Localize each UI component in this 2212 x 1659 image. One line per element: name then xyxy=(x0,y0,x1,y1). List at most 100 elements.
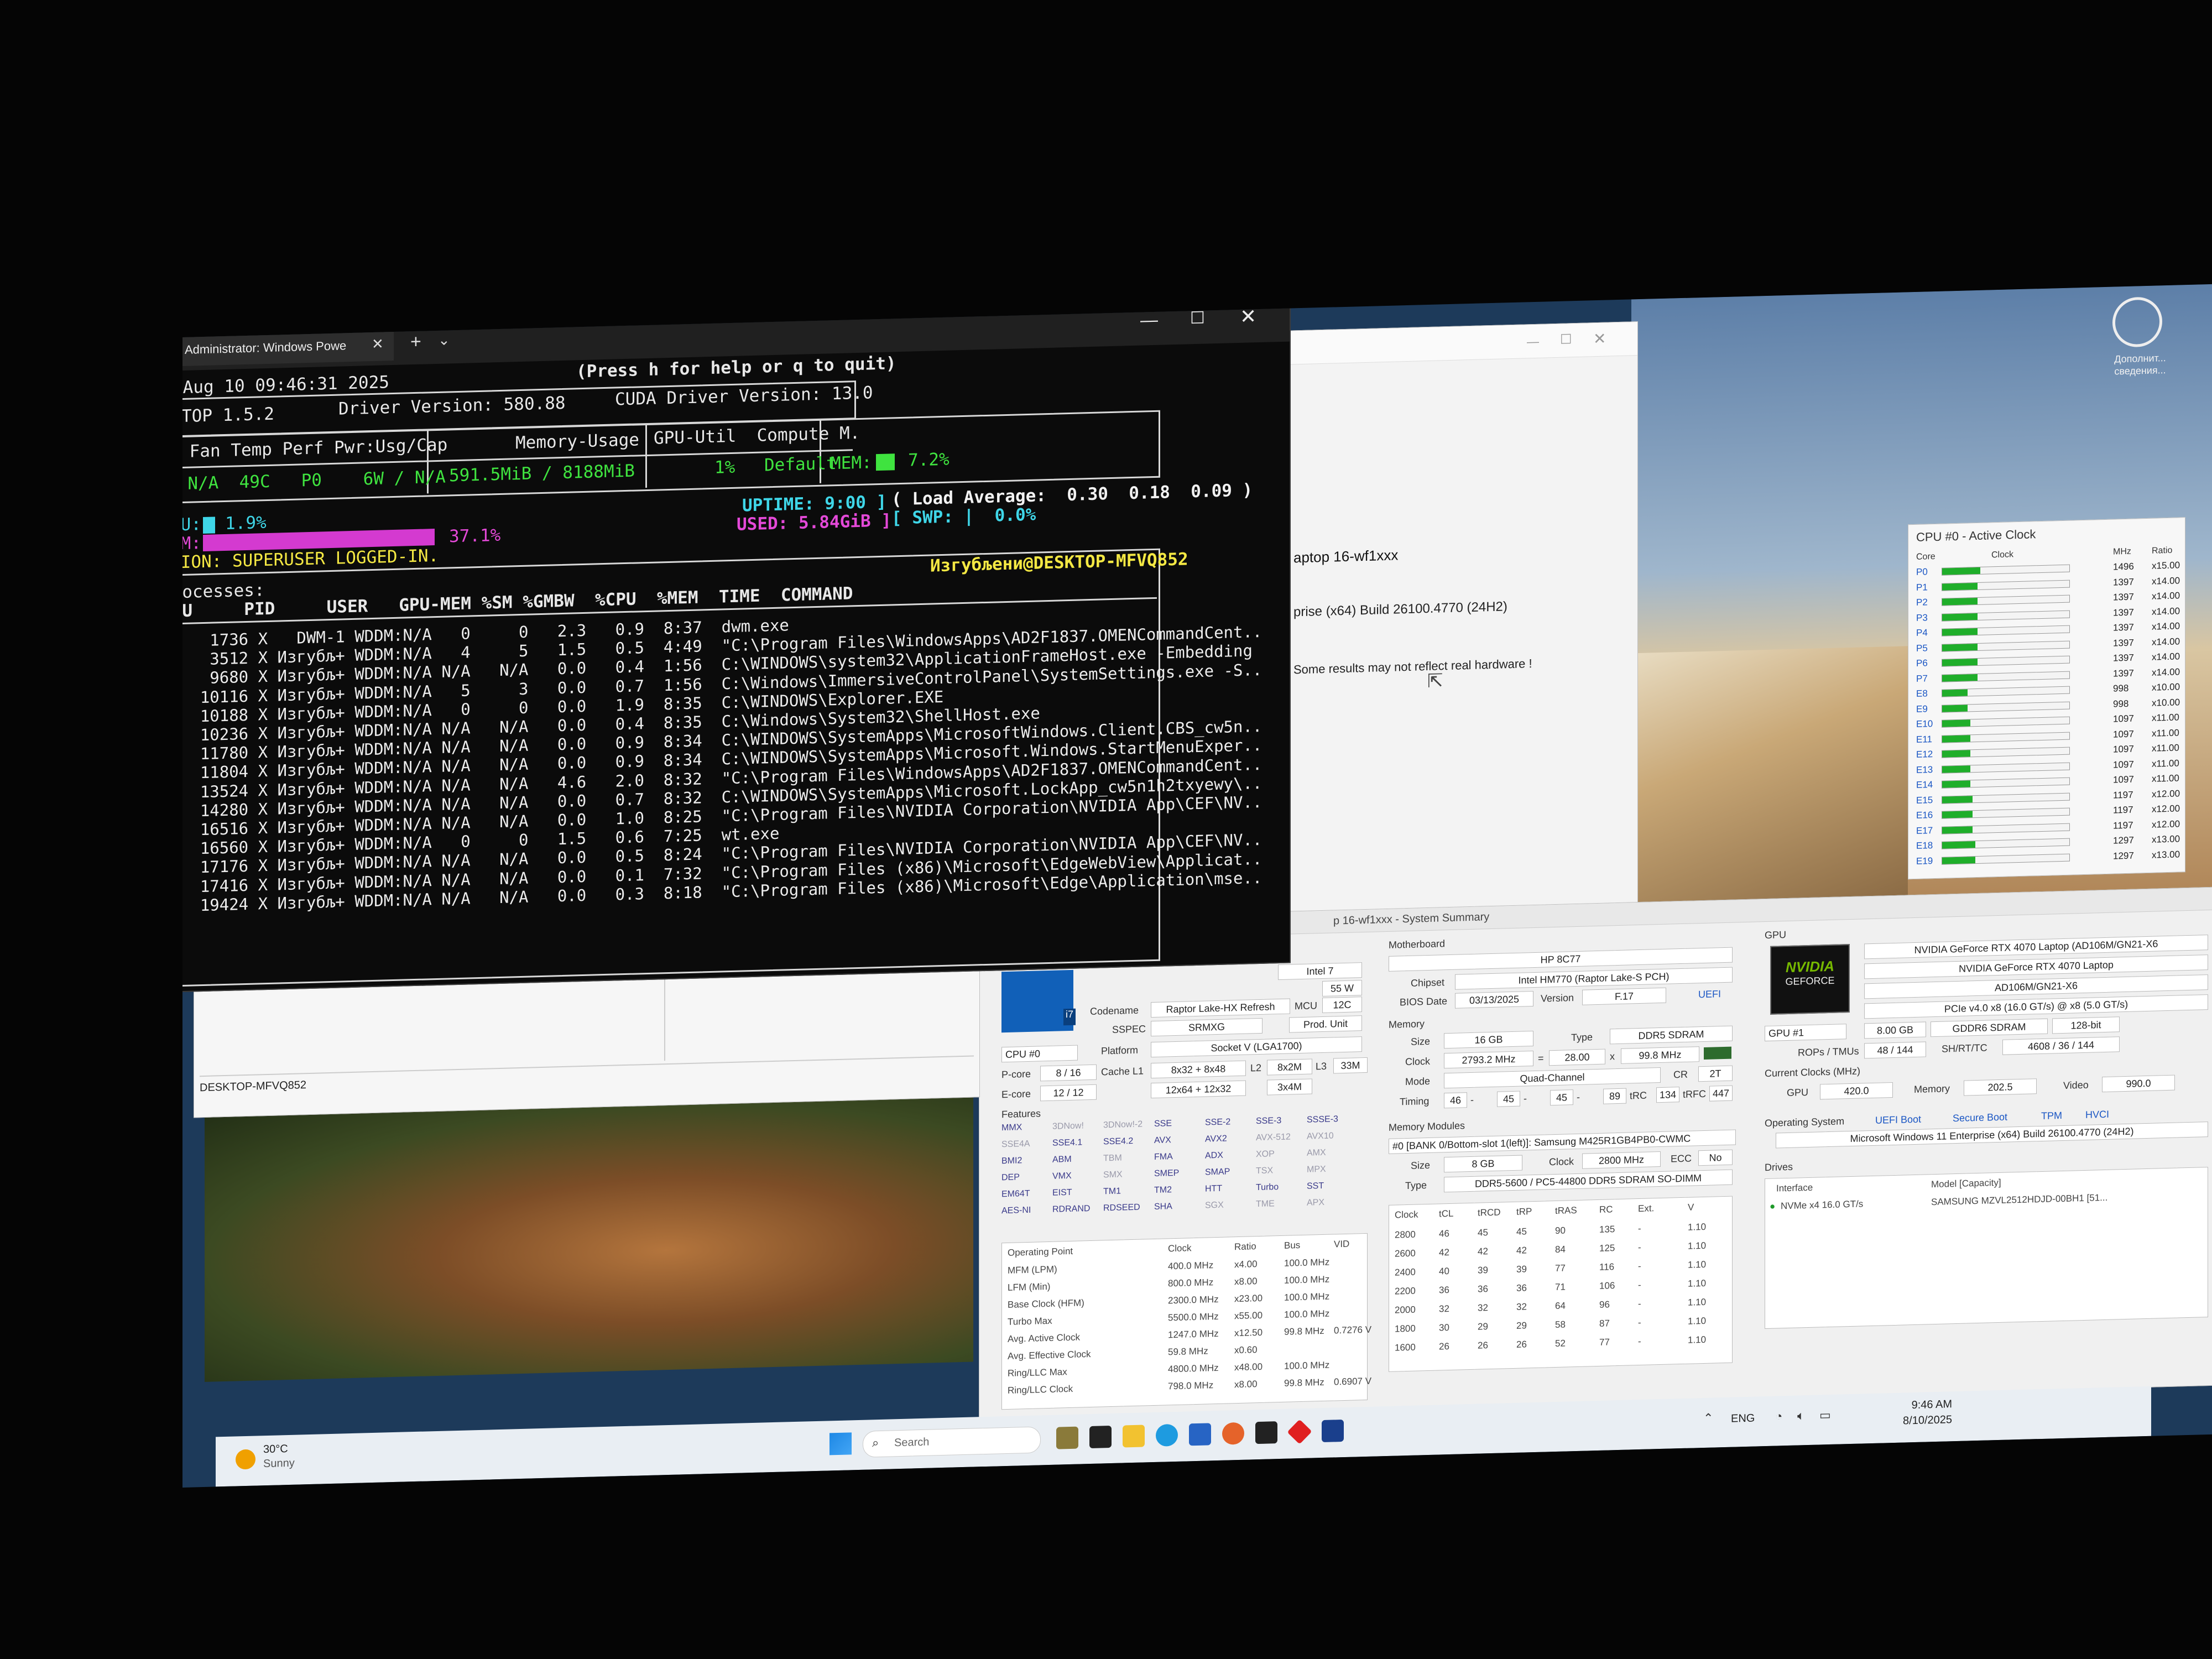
core-mhz: 1197 xyxy=(2113,820,2133,831)
mem-clock-label: Clock xyxy=(1405,1055,1431,1068)
minimize-icon[interactable]: — xyxy=(1527,335,1539,349)
mem-mode-label: Mode xyxy=(1405,1075,1431,1088)
core-label: E18 xyxy=(1916,840,1933,851)
close-icon[interactable]: ✕ xyxy=(1240,305,1256,328)
op-cell: Ring/LLC Max xyxy=(1008,1366,1067,1379)
timing-cell: 135 xyxy=(1599,1224,1615,1235)
prod-unit[interactable]: Prod. Unit xyxy=(1289,1015,1362,1033)
clock-time[interactable]: 9:46 AM xyxy=(1875,1398,1952,1413)
clock-bar-fill xyxy=(1942,582,1978,591)
core-label: P2 xyxy=(1916,597,1928,608)
clock-bar xyxy=(1942,777,2070,789)
feature-flag: ABM xyxy=(1052,1154,1072,1165)
new-tab-icon[interactable]: + xyxy=(410,331,421,353)
op-cell: 100.0 MHz xyxy=(1284,1359,1330,1371)
weather-temp[interactable]: 30°C xyxy=(263,1443,288,1456)
timing-cell: - xyxy=(1638,1279,1641,1291)
op-cell: Turbo Max xyxy=(1008,1315,1052,1327)
file-explorer-icon[interactable] xyxy=(1123,1425,1145,1448)
timing-cell: 96 xyxy=(1599,1299,1610,1310)
ram-icon xyxy=(1704,1046,1731,1060)
clock-bar-fill xyxy=(1942,750,1970,758)
timing-value: 134 xyxy=(1656,1087,1679,1103)
feature-flag: AMX xyxy=(1307,1147,1326,1158)
windows-start-icon[interactable] xyxy=(830,1432,852,1455)
active-clock-window[interactable]: CPU #0 - Active Clock Core Clock MHz Rat… xyxy=(1908,517,2185,880)
video-clock: 990.0 xyxy=(2102,1074,2175,1093)
wifi-icon[interactable]: ◔ xyxy=(1775,1409,1782,1423)
mouse-cursor-icon: ⇱ xyxy=(1427,670,1443,692)
drive-ok-icon: ● xyxy=(1770,1201,1776,1212)
col-ratio: Ratio xyxy=(2152,545,2173,556)
op-cell: Ring/LLC Clock xyxy=(1008,1383,1073,1396)
cpu-label: [ CPU: xyxy=(182,514,201,536)
timing-value: - xyxy=(1577,1091,1580,1103)
terminal-content[interactable]: Sun Aug 10 09:46:31 2025 (Press h for he… xyxy=(182,342,1290,992)
chevron-up-icon[interactable]: ⌃ xyxy=(1703,1411,1713,1426)
terminal-icon[interactable] xyxy=(1255,1421,1277,1444)
sun-icon[interactable] xyxy=(236,1449,255,1470)
battery-icon[interactable]: ▭ xyxy=(1819,1408,1831,1423)
timing-cell: 1600 xyxy=(1395,1342,1416,1353)
volume-icon[interactable]: 🔈︎ xyxy=(1797,1408,1804,1423)
timing-value: 46 xyxy=(1444,1092,1467,1109)
minimize-icon[interactable]: — xyxy=(1140,310,1158,331)
core-label: P3 xyxy=(1916,612,1928,623)
mem-used: USED: 5.84GiB ] xyxy=(737,510,891,535)
background-window[interactable]: — ☐ ✕ aptop 16-wf1xxx prise (x64) Build … xyxy=(1288,321,1638,924)
op-cell: x55.00 xyxy=(1234,1310,1263,1322)
task-view-icon[interactable] xyxy=(1089,1426,1112,1449)
terminal-tab[interactable]: Administrator: Windows Powe ✕ xyxy=(182,326,394,367)
widget-icon[interactable] xyxy=(1056,1426,1078,1449)
terminal-window[interactable]: ⛉ Administrator: Windows Powe ✕ + ⌄ — ☐ … xyxy=(182,297,1291,994)
language[interactable]: ENG xyxy=(1731,1412,1755,1426)
weather-condition[interactable]: Sunny xyxy=(263,1457,295,1470)
app-red-icon[interactable] xyxy=(1287,1419,1312,1444)
feature-flag: SMX xyxy=(1103,1170,1123,1180)
maximize-icon[interactable]: ☐ xyxy=(1190,309,1205,328)
chevron-down-icon[interactable]: ⌄ xyxy=(438,331,450,349)
clock-bar xyxy=(1942,686,2070,697)
search-icon: ⌕ xyxy=(872,1436,879,1450)
core-ratio: x15.00 xyxy=(2152,560,2180,571)
timing-header: tRAS xyxy=(1555,1204,1577,1217)
hwinfo-icon[interactable] xyxy=(1322,1420,1344,1443)
platform-label: Platform xyxy=(1101,1044,1139,1057)
cpu-select-dropdown[interactable]: CPU #0 xyxy=(1001,1045,1078,1063)
bios-version: F.17 xyxy=(1582,987,1666,1005)
feature-flag: SSE4.1 xyxy=(1052,1138,1083,1148)
clock-bar xyxy=(1942,580,2070,591)
firefox-icon[interactable] xyxy=(1222,1422,1244,1445)
gpu-select-dropdown[interactable]: GPU #1 xyxy=(1765,1024,1846,1042)
close-icon[interactable]: ✕ xyxy=(1593,330,1606,348)
clock-bar-fill xyxy=(1942,643,1978,651)
clock-date[interactable]: 8/10/2025 xyxy=(1875,1413,1952,1428)
tab-close-icon[interactable]: ✕ xyxy=(372,335,384,353)
drive-interface[interactable]: NVMe x4 16.0 GT/s xyxy=(1781,1198,1863,1212)
clock-bar xyxy=(1942,564,2070,576)
search-box[interactable]: ⌕ Search xyxy=(863,1426,1041,1458)
timing-cell: - xyxy=(1638,1335,1641,1347)
edge-icon[interactable] xyxy=(1156,1423,1178,1447)
feature-flag: 3DNow!-2 xyxy=(1103,1119,1143,1130)
core-ratio: x14.00 xyxy=(2152,590,2180,602)
monitor-screen: Дополнит... сведения... — ☐ ✕ aptop 16-w… xyxy=(182,284,2212,1488)
feature-flag: EM64T xyxy=(1001,1188,1030,1199)
cpu-bar xyxy=(203,517,215,534)
timing-cell: 1.10 xyxy=(1688,1334,1707,1345)
memory-module-dropdown[interactable]: #0 [BANK 0/Bottom-slot 1(left)]: Samsung… xyxy=(1389,1129,1736,1154)
feature-flag: SST xyxy=(1307,1181,1324,1191)
cache-l1-label: Cache L1 xyxy=(1101,1065,1144,1078)
clock-bar-fill xyxy=(1942,689,1968,697)
drive-model[interactable]: SAMSUNG MZVL2512HDJD-00BH1 [51... xyxy=(1931,1192,2107,1208)
clock-bar xyxy=(1942,655,2070,667)
op-cell: 99.8 MHz xyxy=(1284,1325,1324,1337)
timing-value: tRC xyxy=(1630,1089,1647,1102)
clock-bar xyxy=(1942,838,2070,849)
core-mhz: 1097 xyxy=(2113,713,2134,724)
core-mhz: 1297 xyxy=(2113,850,2134,862)
maximize-icon[interactable]: ☐ xyxy=(1560,331,1572,348)
store-icon[interactable] xyxy=(1189,1423,1211,1446)
core-mhz: 1197 xyxy=(2113,789,2133,801)
intel-logo xyxy=(1001,969,1073,1033)
